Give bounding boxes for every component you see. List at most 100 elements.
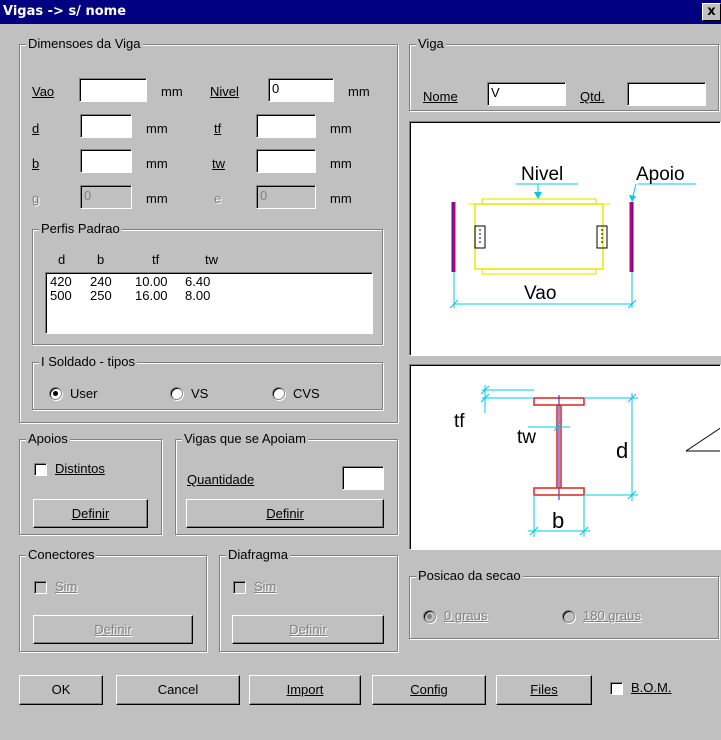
- radio-cvs-label: CVS: [293, 386, 320, 401]
- diafragma-sim-checkbox[interactable]: [233, 581, 246, 594]
- col-header-d: d: [58, 252, 66, 267]
- group-conectores-legend: Conectores: [26, 547, 97, 562]
- cell-tf: 10.00: [135, 274, 168, 289]
- qtd-input[interactable]: [627, 82, 706, 106]
- radio-0-graus[interactable]: [423, 610, 436, 623]
- config-label: Config: [410, 682, 448, 697]
- tw-label: tw: [212, 156, 225, 171]
- list-item[interactable]: 500 250 16.00 8.00: [50, 289, 368, 303]
- cell-b: 250: [90, 288, 112, 303]
- vao-label: Vao: [32, 84, 55, 99]
- e-input[interactable]: 0: [256, 185, 316, 209]
- g-label: g: [32, 191, 40, 206]
- apoio-diagram-label: Apoio: [636, 164, 685, 185]
- bom-checkbox[interactable]: [610, 682, 623, 695]
- group-apoios-legend: Apoios: [26, 431, 70, 446]
- radio-0-graus-label: 0 graus: [444, 608, 488, 623]
- group-viga-legend: Viga: [416, 36, 446, 51]
- radio-cvs[interactable]: [272, 387, 285, 400]
- files-button[interactable]: Files: [496, 675, 592, 705]
- tw-diagram-label: tw: [517, 427, 536, 448]
- nivel-unit: mm: [348, 84, 370, 99]
- cell-b: 240: [90, 274, 112, 289]
- b-diagram-label: b: [552, 508, 564, 533]
- tw-input[interactable]: [256, 149, 316, 173]
- list-item[interactable]: 420 240 10.00 6.40: [50, 275, 368, 289]
- radio-vs[interactable]: [170, 387, 183, 400]
- group-dimensoes-legend: Dimensoes da Viga: [26, 36, 143, 51]
- tf-unit: mm: [330, 121, 352, 136]
- import-button[interactable]: Import: [249, 675, 361, 705]
- files-label: Files: [530, 682, 558, 697]
- b-unit: mm: [146, 156, 168, 171]
- nivel-input[interactable]: 0: [268, 78, 334, 102]
- apoios-definir-label: Definir: [71, 506, 110, 521]
- conectores-sim-checkbox[interactable]: [34, 581, 47, 594]
- title-bar: Vigas -> s/ nome x: [0, 0, 721, 24]
- col-header-b: b: [97, 252, 105, 267]
- group-vigas-apoiam-legend: Vigas que se Apoiam: [182, 431, 308, 446]
- diafragma-sim-label: Sim: [254, 579, 277, 594]
- g-input[interactable]: 0: [80, 185, 132, 209]
- col-header-tf: tf: [152, 252, 160, 267]
- group-soldado-legend: I Soldado - tipos: [39, 354, 137, 369]
- conectores-sim-label: Sim: [55, 579, 78, 594]
- diafragma-definir-label: Definir: [289, 622, 327, 637]
- perfis-column-headers: d b tf tw: [58, 252, 218, 267]
- d-input[interactable]: [80, 114, 132, 138]
- beam-section-svg: tf tw d b: [454, 385, 720, 537]
- nivel-diagram-label: Nivel: [521, 164, 563, 185]
- bom-label: B.O.M.: [631, 680, 672, 695]
- group-posicao-legend: Posicao da secao: [416, 568, 523, 583]
- ok-label: OK: [51, 682, 71, 697]
- qtd-label: Qtd.: [580, 89, 605, 104]
- perfis-listbox[interactable]: 420 240 10.00 6.40 500 250 16.00 8.00: [45, 272, 373, 334]
- tf-diagram-label: tf: [454, 411, 465, 432]
- d-label: d: [32, 121, 40, 136]
- radio-180-graus-label: 180 graus: [583, 608, 641, 623]
- cancel-label: Cancel: [157, 682, 199, 697]
- quantidade-label: Quantidade: [187, 472, 255, 487]
- radio-user-label: User: [70, 386, 98, 401]
- diafragma-definir-button[interactable]: Definir: [232, 615, 384, 644]
- nome-label: Nome: [423, 89, 458, 104]
- distintos-label: Distintos: [55, 461, 105, 476]
- ok-button[interactable]: OK: [19, 675, 103, 705]
- vigas-apoiam-definir-button[interactable]: Definir: [186, 499, 384, 528]
- g-unit: mm: [146, 191, 168, 206]
- cell-d: 500: [50, 288, 72, 303]
- cell-tw: 6.40: [185, 274, 211, 289]
- conectores-definir-button[interactable]: Definir: [33, 615, 193, 644]
- nivel-label: Nivel: [210, 84, 239, 99]
- beam-elevation-svg: Nivel Apoio Vao: [449, 164, 696, 309]
- cell-d: 420: [50, 274, 72, 289]
- radio-user[interactable]: [49, 387, 62, 400]
- radio-180-graus[interactable]: [562, 610, 575, 623]
- beam-section-diagram: tf tw d b: [409, 364, 721, 550]
- group-diafragma-legend: Diafragma: [226, 547, 290, 562]
- cancel-button[interactable]: Cancel: [116, 675, 240, 705]
- col-header-tw: tw: [205, 252, 218, 267]
- vao-unit: mm: [161, 84, 183, 99]
- d-diagram-label: d: [616, 438, 628, 463]
- window-title: Vigas -> s/ nome: [3, 4, 127, 19]
- tw-unit: mm: [330, 156, 352, 171]
- distintos-checkbox[interactable]: [34, 463, 47, 476]
- cell-tw: 8.00: [185, 288, 211, 303]
- conectores-definir-label: Definir: [94, 622, 132, 637]
- tf-input[interactable]: [256, 114, 316, 138]
- b-label: b: [32, 156, 40, 171]
- close-button[interactable]: x: [702, 3, 721, 21]
- d-unit: mm: [146, 121, 168, 136]
- vigas-apoiam-definir-label: Definir: [266, 506, 304, 521]
- beam-elevation-diagram: Nivel Apoio Vao: [409, 121, 721, 356]
- import-label: Import: [286, 682, 324, 697]
- quantidade-input[interactable]: [342, 466, 384, 490]
- cell-tf: 16.00: [135, 288, 168, 303]
- config-button[interactable]: Config: [372, 675, 486, 705]
- e-label: e: [214, 191, 222, 206]
- vao-input[interactable]: [79, 78, 147, 102]
- b-input[interactable]: [80, 149, 132, 173]
- apoios-definir-button[interactable]: Definir: [33, 499, 148, 528]
- nome-input[interactable]: V: [487, 82, 566, 106]
